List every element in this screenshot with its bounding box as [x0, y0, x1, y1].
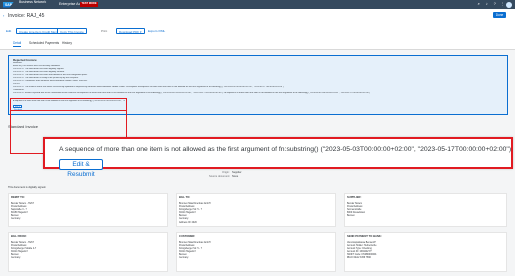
create-line-item-credit-memo-button[interactable]: Create Line-Item Credit Memo — [16, 28, 63, 34]
card-title: REMIT TO: — [11, 196, 25, 199]
customer-card: CUSTOMER: Brunnen Maschinenbau GmbH Post… — [176, 232, 336, 272]
card-title: SUPPLIER: — [347, 196, 362, 199]
card-title: CUSTOMER: — [179, 235, 196, 238]
card-title: BILL FROM: — [11, 235, 27, 238]
origin-label: Origin: — [222, 171, 230, 174]
avatar[interactable] — [506, 1, 512, 8]
edit-button[interactable]: Edit — [6, 28, 11, 34]
page-title: Invoice: RAJ_45 — [8, 12, 45, 19]
card-title: BILL TO: — [179, 196, 191, 199]
card-line: Bensen — [347, 215, 355, 218]
error-message-text: A sequence of more than one item is not … — [59, 146, 512, 153]
source-document-label: Source document: — [209, 175, 231, 178]
page-header: ‹ Invoice: RAJ_45 Done — [0, 9, 515, 24]
tab-bar: Detail Scheduled Payments History — [0, 38, 515, 50]
tab-history[interactable]: History — [62, 41, 72, 45]
shell-bar: SAP Business Network Enterprise Account … — [0, 0, 515, 9]
back-icon[interactable]: ‹ — [3, 13, 4, 18]
remit-to-card: REMIT TO: Bender Sistem - TEST Postal Ad… — [8, 193, 168, 227]
search-icon[interactable]: ⌕ — [476, 2, 481, 7]
invoice-toolbar: Edit Create Line-Item Credit Memo Copy T… — [0, 24, 515, 38]
standard-invoice-label: Standard Invoice — [8, 124, 39, 129]
zoomed-error-callout: A sequence of more than one item is not … — [43, 137, 513, 178]
edit-resubmit-button[interactable]: Edit & Resubmit — [59, 158, 103, 178]
download-pdf-button[interactable]: Download PDF ▾ — [116, 28, 145, 34]
callout-connector — [126, 110, 127, 138]
error-highlight-box — [10, 97, 127, 111]
callout-connector — [10, 110, 11, 154]
origin-value: Supplier — [232, 171, 242, 174]
copy-invoice-button[interactable]: Copy This Invoice — [57, 28, 87, 34]
test-mode-badge: TEST MODE — [80, 2, 99, 7]
card-line: Germany — [11, 257, 21, 260]
tab-detail[interactable]: Detail — [13, 41, 22, 47]
help-icon[interactable]: ? — [492, 2, 497, 7]
card-line: Address ID: 2020 — [179, 221, 197, 224]
tab-scheduled-payments[interactable]: Scheduled Payments — [29, 41, 59, 45]
print-button[interactable]: Print — [101, 28, 107, 34]
done-button[interactable]: Done — [493, 12, 506, 18]
source-document-value: None — [232, 175, 239, 178]
export-cxml-button[interactable]: Export cXML — [148, 28, 165, 34]
card-line: Germany — [179, 257, 189, 260]
card-line: IBAN: DE12 3456 7890 — [347, 257, 371, 260]
app-title: Business Network — [19, 0, 47, 4]
message-line: 2023-05-17 Invoice rejected due to the G… — [13, 91, 371, 94]
sap-logo[interactable]: SAP — [3, 1, 14, 8]
bill-to-card: BILL TO: Brunnen Maschinenbau GmbH Posta… — [176, 193, 336, 227]
card-line: Germany — [11, 218, 21, 221]
signature-note: This document is digitally signed. — [8, 186, 47, 189]
supplier-card: SUPPLIER: Bender Sistem Postal Address: … — [344, 193, 507, 227]
apps-icon[interactable]: ⋮ — [500, 2, 505, 7]
bell-icon[interactable]: ♪ — [484, 2, 489, 7]
message-lines: Reasons: ERROR [The invoice was successf… — [13, 62, 503, 96]
callout-connector — [10, 153, 44, 154]
card-title: SEND PAYMENT TO BANK: — [347, 235, 382, 238]
payment-bank-card: SEND PAYMENT TO BANK: Vereinssparkasse B… — [344, 232, 507, 272]
bill-from-card: BILL FROM: Bender Sistem - TEST Postal A… — [8, 232, 168, 272]
